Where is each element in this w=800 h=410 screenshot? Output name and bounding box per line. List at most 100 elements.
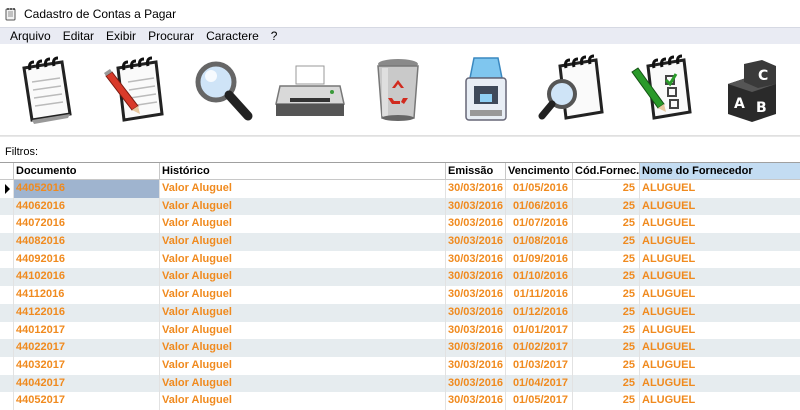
cell-historico[interactable]: Valor Aluguel [160,356,446,375]
cell-nome-fornecedor[interactable]: ALUGUEL [640,392,800,410]
cell-nome-fornecedor[interactable]: ALUGUEL [640,233,800,251]
cell-documento[interactable]: 44112016 [14,286,160,304]
column-header-emissao[interactable]: Emissão [446,163,506,179]
cell-cod-fornec[interactable]: 25 [573,321,640,340]
row-indicator[interactable] [0,356,14,375]
row-indicator[interactable] [0,233,14,251]
cell-nome-fornecedor[interactable]: ALUGUEL [640,286,800,304]
table-row[interactable]: 44082016 Valor Aluguel 30/03/2016 01/08/201… [0,233,800,251]
cell-vencimento[interactable]: 01/05/2016 [506,180,573,198]
column-header-vencimento[interactable]: Vencimento [506,163,573,179]
cell-historico[interactable]: Valor Aluguel [160,180,446,198]
cell-documento[interactable]: 44012017 [14,321,160,340]
cell-nome-fornecedor[interactable]: ALUGUEL [640,322,800,340]
cell-historico[interactable]: Valor Aluguel [160,215,446,234]
cell-nome-fornecedor[interactable]: ALUGUEL [640,180,800,198]
menu-procurar[interactable]: Procurar [142,28,200,45]
row-indicator[interactable] [0,339,14,357]
row-indicator[interactable] [0,392,14,410]
cell-emissao[interactable]: 30/03/2016 [446,286,506,304]
cell-documento[interactable]: 44102016 [14,268,160,287]
menu-exibir[interactable]: Exibir [100,28,142,45]
cell-vencimento[interactable]: 01/12/2016 [506,303,573,322]
cell-emissao[interactable]: 30/03/2016 [446,250,506,269]
cell-emissao[interactable]: 30/03/2016 [446,356,506,375]
cell-vencimento[interactable]: 01/05/2017 [506,392,573,410]
table-row[interactable]: 44062016 Valor Aluguel 30/03/2016 01/06/201… [0,197,800,216]
cell-emissao[interactable]: 30/03/2016 [446,339,506,357]
cell-emissao[interactable]: 30/03/2016 [446,215,506,234]
cell-emissao[interactable]: 30/03/2016 [446,321,506,340]
cell-documento[interactable]: 44082016 [14,233,160,251]
column-header-nome-fornecedor[interactable]: Nome do Fornecedor [640,163,800,179]
table-row[interactable]: 44012017 Valor Aluguel 30/03/2016 01/01/201… [0,321,800,340]
cell-nome-fornecedor[interactable]: ALUGUEL [640,198,800,216]
column-header-documento[interactable]: Documento [14,163,160,179]
cell-vencimento[interactable]: 01/06/2016 [506,197,573,216]
cell-emissao[interactable]: 30/03/2016 [446,233,506,251]
cell-cod-fornec[interactable]: 25 [573,197,640,216]
cell-historico[interactable]: Valor Aluguel [160,374,446,393]
accounts-payable-grid[interactable]: Documento Histórico Emissão Vencimento C… [0,162,800,410]
table-row[interactable]: 44072016 Valor Aluguel 30/03/2016 01/07/201… [0,215,800,234]
print-button[interactable] [272,48,348,132]
cell-cod-fornec[interactable]: 25 [573,374,640,393]
cell-cod-fornec[interactable]: 25 [573,268,640,287]
cell-historico[interactable]: Valor Aluguel [160,233,446,251]
delete-button[interactable] [360,48,436,132]
cell-nome-fornecedor[interactable]: ALUGUEL [640,268,800,286]
cell-emissao[interactable]: 30/03/2016 [446,268,506,287]
cell-nome-fornecedor[interactable]: ALUGUEL [640,251,800,269]
cell-vencimento[interactable]: 01/01/2017 [506,321,573,340]
cell-emissao[interactable]: 30/03/2016 [446,392,506,410]
cell-historico[interactable]: Valor Aluguel [160,250,446,269]
characters-button[interactable]: C A B [712,48,788,132]
cell-historico[interactable]: Valor Aluguel [160,197,446,216]
cell-documento[interactable]: 44052016 [14,180,160,198]
cell-historico[interactable]: Valor Aluguel [160,268,446,287]
cell-documento[interactable]: 44042017 [14,374,160,393]
search-button[interactable] [184,48,260,132]
cell-cod-fornec[interactable]: 25 [573,303,640,322]
cell-nome-fornecedor[interactable]: ALUGUEL [640,215,800,233]
edit-record-button[interactable] [96,48,172,132]
cell-historico[interactable]: Valor Aluguel [160,392,446,410]
cell-vencimento[interactable]: 01/04/2017 [506,374,573,393]
cell-emissao[interactable]: 30/03/2016 [446,180,506,198]
table-row[interactable]: 44022017 Valor Aluguel 30/03/2016 01/02/201… [0,339,800,357]
table-row[interactable]: 44092016 Valor Aluguel 30/03/2016 01/09/201… [0,250,800,269]
cell-documento[interactable]: 44052017 [14,392,160,410]
cell-documento[interactable]: 44032017 [14,356,160,375]
table-row[interactable]: 44032017 Valor Aluguel 30/03/2016 01/03/201… [0,356,800,375]
new-record-button[interactable] [8,48,84,132]
cell-emissao[interactable]: 30/03/2016 [446,197,506,216]
cell-documento[interactable]: 44122016 [14,303,160,322]
cell-cod-fornec[interactable]: 25 [573,180,640,198]
cell-historico[interactable]: Valor Aluguel [160,303,446,322]
table-row[interactable]: 44112016 Valor Aluguel 30/03/2016 01/11/201… [0,286,800,304]
cell-vencimento[interactable]: 01/07/2016 [506,215,573,234]
cell-vencimento[interactable]: 01/02/2017 [506,339,573,357]
cell-documento[interactable]: 44022017 [14,339,160,357]
cell-vencimento[interactable]: 01/03/2017 [506,356,573,375]
column-header-historico[interactable]: Histórico [160,163,446,179]
cell-vencimento[interactable]: 01/09/2016 [506,250,573,269]
menu-editar[interactable]: Editar [57,28,100,45]
cell-vencimento[interactable]: 01/11/2016 [506,286,573,304]
row-indicator[interactable] [0,321,14,340]
menu-help[interactable]: ? [265,28,284,45]
row-indicator[interactable] [0,250,14,269]
cell-documento[interactable]: 44092016 [14,250,160,269]
cell-historico[interactable]: Valor Aluguel [160,321,446,340]
cell-nome-fornecedor[interactable]: ALUGUEL [640,375,800,393]
cell-nome-fornecedor[interactable]: ALUGUEL [640,357,800,375]
menu-caractere[interactable]: Caractere [200,28,265,45]
cell-cod-fornec[interactable]: 25 [573,356,640,375]
checklist-button[interactable] [624,48,700,132]
water-cooler-button[interactable] [448,48,524,132]
column-header-cod-fornec[interactable]: Cód.Fornec. [573,163,640,179]
cell-vencimento[interactable]: 01/08/2016 [506,233,573,251]
cell-documento[interactable]: 44062016 [14,197,160,216]
row-indicator[interactable] [0,215,14,234]
cell-nome-fornecedor[interactable]: ALUGUEL [640,339,800,357]
